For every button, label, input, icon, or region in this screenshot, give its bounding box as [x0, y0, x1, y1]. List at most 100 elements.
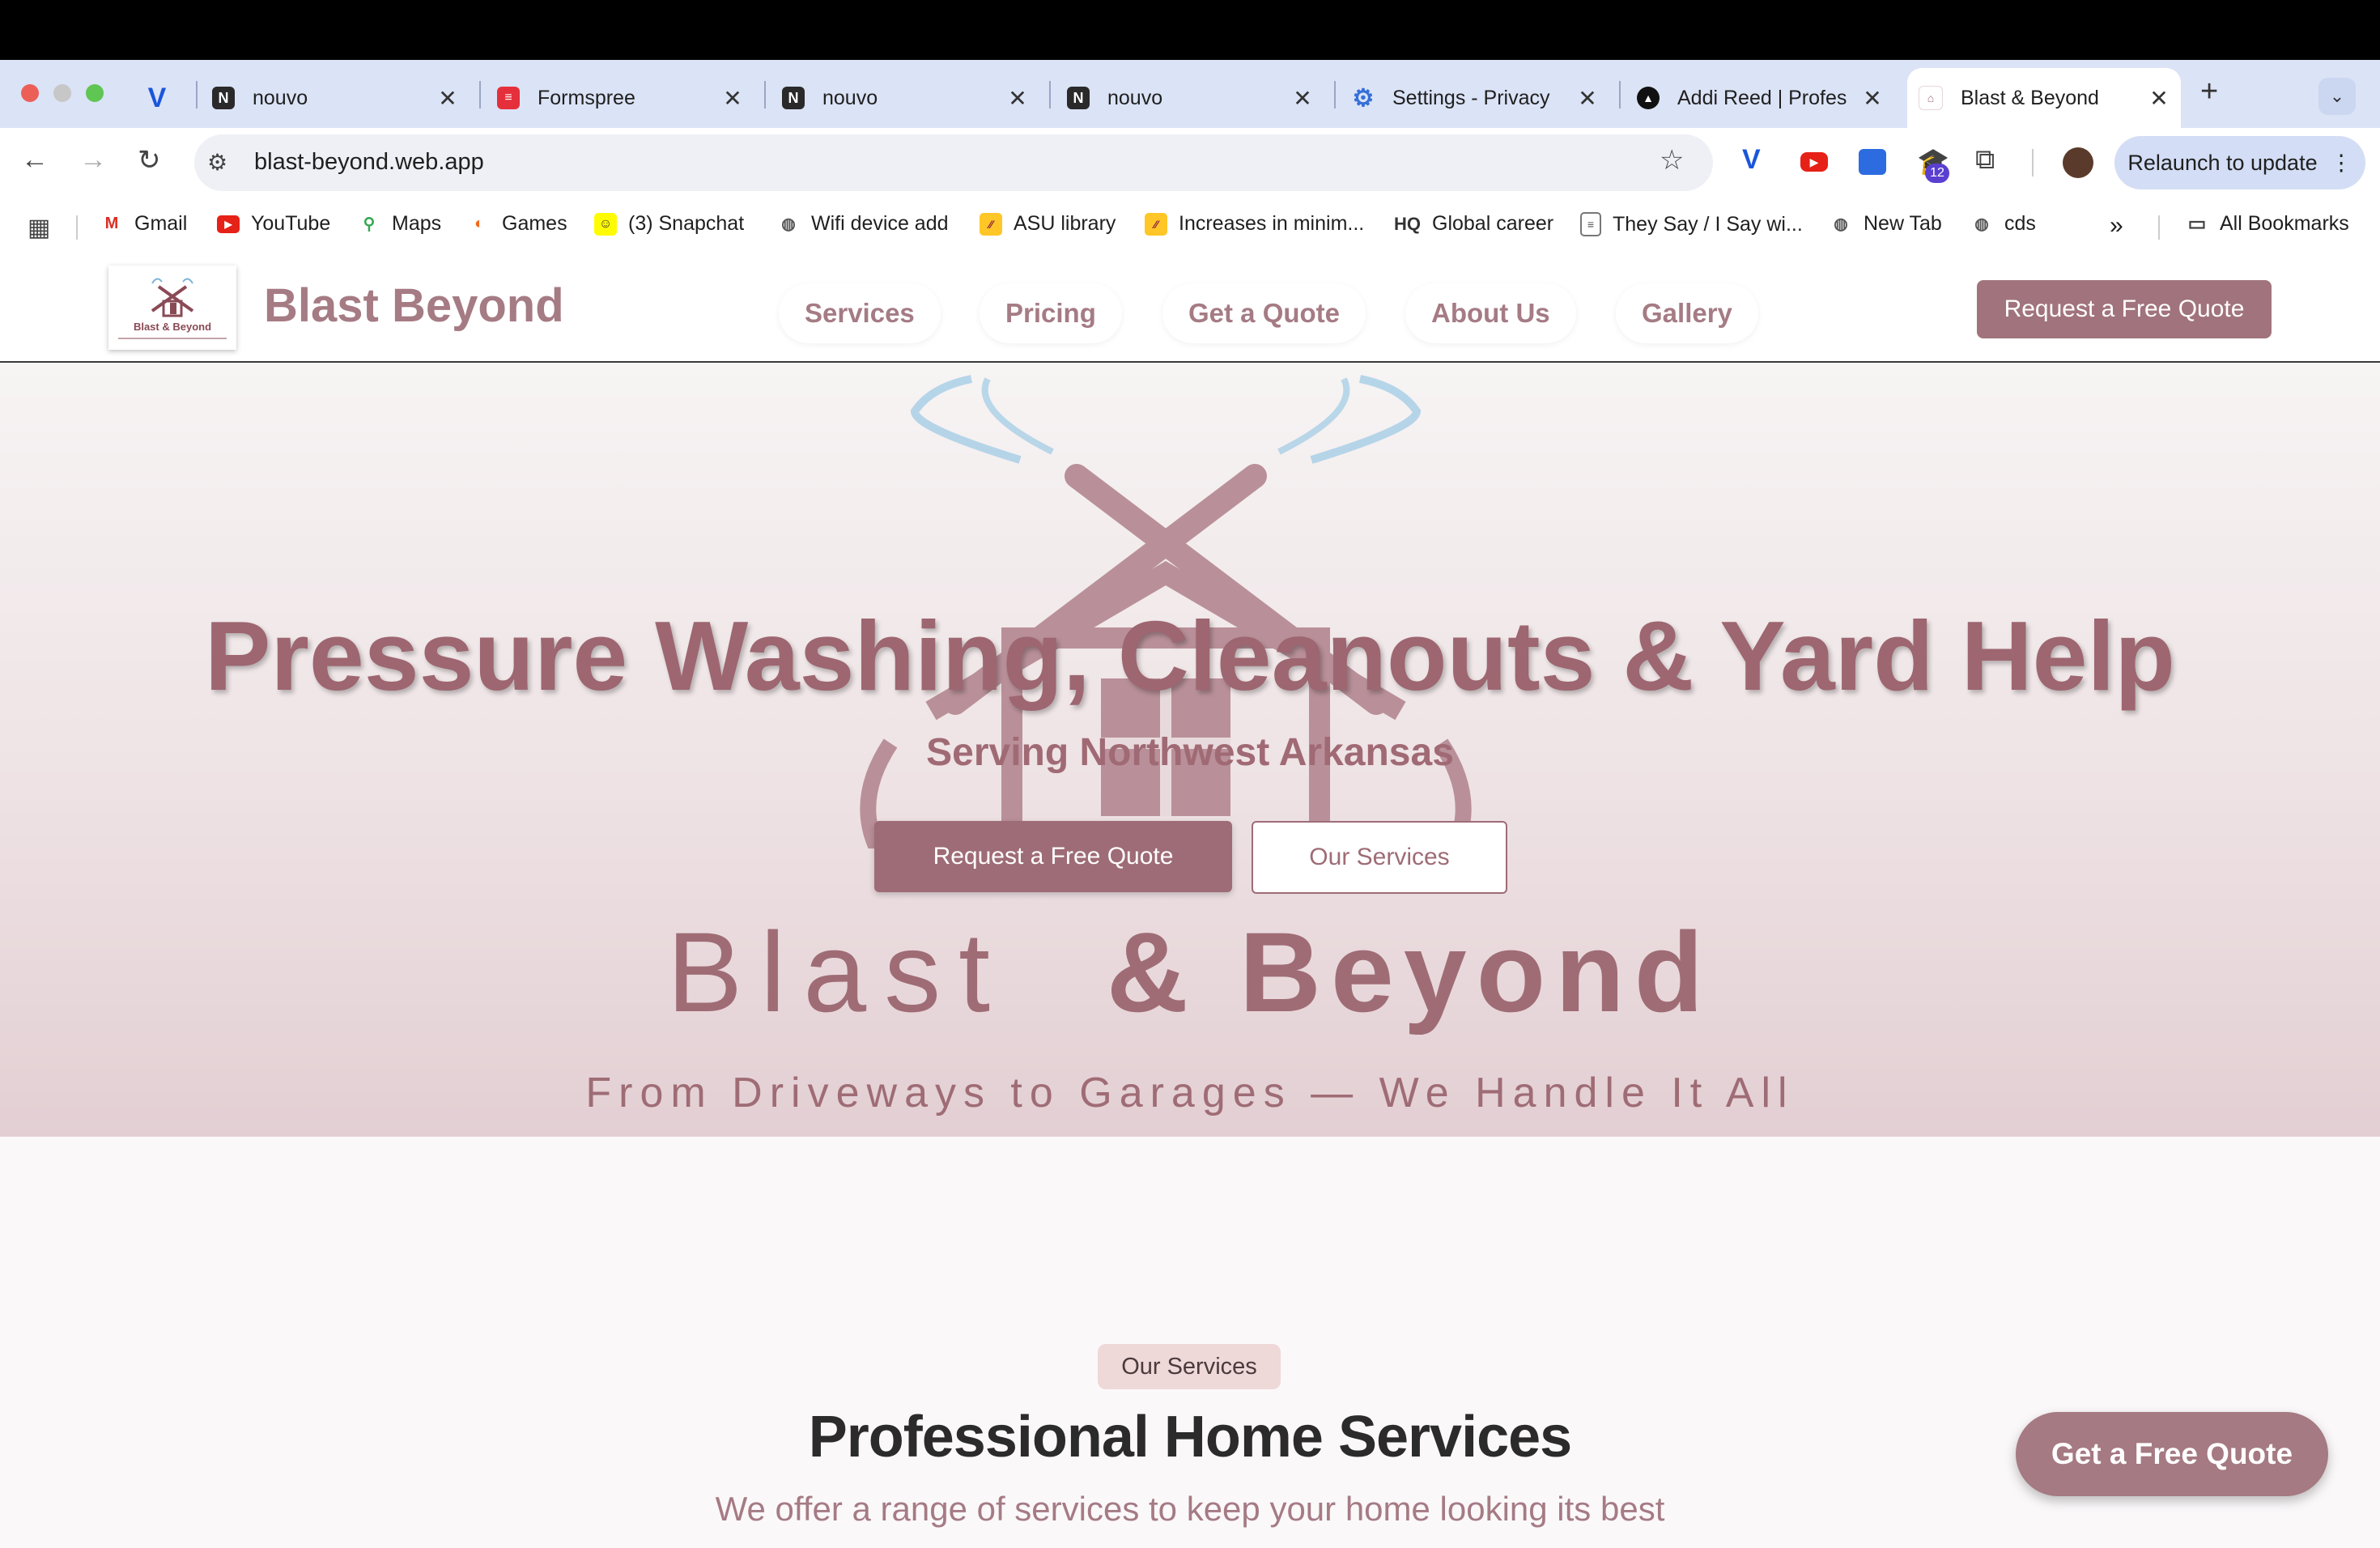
back-arrow-icon[interactable]: ←	[21, 144, 49, 176]
brand-name[interactable]: Blast Beyond	[264, 279, 564, 333]
close-tab-icon[interactable]: ✕	[1575, 85, 1600, 112]
notion-icon: N	[212, 87, 235, 109]
watermark-word-beyond: & Beyond	[1106, 908, 1714, 1036]
globe-icon: ◍	[781, 215, 796, 233]
notion-icon: N	[782, 87, 805, 109]
v-logo-icon: V	[147, 82, 167, 113]
nav-services[interactable]: Services	[779, 283, 941, 343]
relaunch-button[interactable]: Relaunch to update ⋮	[2114, 136, 2365, 189]
close-window-button[interactable]	[21, 84, 39, 102]
gear-icon: ⚙	[1352, 84, 1375, 112]
bookmark-label: cds	[2004, 212, 2036, 235]
asu-icon: ⁄⁄	[1145, 212, 1167, 236]
extensions-puzzle-icon[interactable]: ⧉	[1975, 144, 1995, 176]
floating-get-quote-button[interactable]: Get a Free Quote	[2016, 1412, 2328, 1496]
hq-icon: HQ	[1394, 213, 1421, 234]
bookmark-games[interactable]: ◐ Games	[468, 212, 567, 236]
bookmark-label: YouTube	[251, 212, 331, 235]
more-menu-icon[interactable]: ⋮	[2331, 151, 2352, 176]
youtube-extension-icon[interactable]: ▶	[1800, 152, 1828, 172]
hero-our-services-button[interactable]: Our Services	[1252, 821, 1507, 894]
snapchat-icon: ☺	[594, 212, 617, 236]
close-tab-icon[interactable]: ✕	[436, 85, 460, 112]
tab-addi-reed[interactable]: ▲ Addi Reed | Profes ✕	[1637, 68, 1885, 128]
tab-nouvo-2[interactable]: N nouvo ✕	[782, 68, 1030, 128]
extension-badge: 12	[1925, 164, 1949, 183]
bookmark-label: Gmail	[134, 212, 188, 235]
hero-title: Pressure Washing, Cleanouts & Yard Help	[205, 601, 2175, 711]
extension-icon[interactable]	[1859, 149, 1886, 175]
bookmark-label: Global career	[1432, 212, 1554, 235]
tab-separator	[196, 81, 198, 108]
bookmark-label: (3) Snapchat	[628, 212, 745, 235]
bookmark-label: They Say / I Say wi...	[1613, 212, 1803, 236]
close-tab-icon[interactable]: ✕	[1005, 85, 1030, 112]
bookmark-label: New Tab	[1864, 212, 1942, 235]
bookmark-cds[interactable]: ◍ cds	[1970, 212, 2036, 236]
bookmarks-divider	[2158, 215, 2160, 240]
url-text[interactable]: blast-beyond.web.app	[254, 149, 484, 176]
all-bookmarks-label: All Bookmarks	[2220, 212, 2349, 235]
bookmark-snapchat[interactable]: ☺ (3) Snapchat	[594, 212, 744, 236]
formspree-icon: ≡	[497, 87, 520, 109]
bookmark-maps[interactable]: ⚲ Maps	[358, 212, 441, 236]
nav-get-a-quote[interactable]: Get a Quote	[1162, 283, 1366, 343]
bookmark-star-icon[interactable]: ☆	[1660, 144, 1684, 176]
bookmark-youtube[interactable]: ▶ YouTube	[217, 212, 330, 236]
logo-house-icon: Blast & Beyond	[118, 278, 227, 339]
reload-icon[interactable]: ↻	[138, 144, 161, 176]
tab-formspree[interactable]: ≡ Formspree ✕	[497, 68, 745, 128]
tab-blast-beyond[interactable]: ⌂ Blast & Beyond ✕	[1919, 68, 2171, 128]
hero-subtitle: Serving Northwest Arkansas	[926, 731, 1454, 774]
tab-nouvo-3[interactable]: N nouvo ✕	[1067, 68, 1315, 128]
bookmark-global-career[interactable]: HQ Global career	[1394, 212, 1553, 236]
folder-icon: ▭	[2187, 213, 2207, 235]
maximize-window-button[interactable]	[86, 84, 104, 102]
close-tab-icon[interactable]: ✕	[1860, 85, 1885, 112]
tab-title: Addi Reed | Profes	[1677, 86, 1847, 109]
services-subtitle: We offer a range of services to keep you…	[715, 1490, 1665, 1528]
v-extension-icon[interactable]: V	[1742, 144, 1761, 176]
bookmark-label: Increases in minim...	[1179, 212, 1365, 235]
bookmark-label: ASU library	[1014, 212, 1116, 235]
tab-title: nouvo	[253, 86, 308, 109]
close-tab-icon[interactable]: ✕	[2147, 85, 2171, 112]
bookmarks-divider	[76, 215, 78, 240]
apps-grid-icon[interactable]: ▦	[28, 214, 50, 242]
close-tab-icon[interactable]: ✕	[720, 85, 745, 112]
notion-icon: N	[1067, 87, 1090, 109]
relaunch-label: Relaunch to update	[2127, 150, 2318, 175]
new-tab-button[interactable]: +	[2200, 74, 2218, 109]
site-info-icon[interactable]: ⚙	[207, 149, 227, 176]
forward-arrow-icon[interactable]: →	[79, 144, 107, 176]
tab-title: nouvo	[1107, 86, 1163, 109]
nav-gallery[interactable]: Gallery	[1616, 283, 1758, 343]
tab-nouvo-1[interactable]: N nouvo ✕	[212, 68, 460, 128]
tab-title: nouvo	[822, 86, 878, 109]
nav-pricing[interactable]: Pricing	[980, 283, 1122, 343]
site-logo[interactable]: Blast & Beyond	[108, 266, 236, 350]
asu-icon: ⁄⁄	[980, 212, 1002, 236]
bookmark-gmail[interactable]: M Gmail	[100, 212, 188, 236]
bookmark-label: Wifi device add	[811, 212, 949, 235]
tab-pinned[interactable]: V	[146, 68, 194, 128]
all-bookmarks-button[interactable]: ▭ All Bookmarks	[2186, 212, 2349, 236]
bookmark-wifi-device[interactable]: ◍ Wifi device add	[777, 212, 949, 236]
bookmark-new-tab[interactable]: ◍ New Tab	[1830, 212, 1942, 236]
nav-about-us[interactable]: About Us	[1405, 283, 1576, 343]
bookmark-increases[interactable]: ⁄⁄ Increases in minim...	[1145, 212, 1364, 236]
close-tab-icon[interactable]: ✕	[1290, 85, 1315, 112]
profile-avatar[interactable]	[2063, 147, 2093, 178]
bookmark-asu-library[interactable]: ⁄⁄ ASU library	[980, 212, 1116, 236]
tab-search-chevron-icon[interactable]: ⌄	[2318, 78, 2356, 115]
tab-separator	[764, 81, 766, 108]
more-bookmarks-chevron-icon[interactable]: »	[2110, 212, 2123, 240]
crunchyroll-icon: ◐	[474, 215, 485, 232]
minimize-window-button[interactable]	[53, 84, 71, 102]
header-request-quote-button[interactable]: Request a Free Quote	[1977, 280, 2272, 338]
globe-icon: ◍	[1974, 215, 1989, 233]
tab-settings-privacy[interactable]: ⚙ Settings - Privacy ✕	[1352, 68, 1600, 128]
hero-request-quote-button[interactable]: Request a Free Quote	[874, 821, 1232, 892]
triangle-logo-icon: ▲	[1637, 87, 1660, 109]
bookmark-they-say[interactable]: ≡ They Say / I Say wi...	[1580, 212, 1803, 236]
